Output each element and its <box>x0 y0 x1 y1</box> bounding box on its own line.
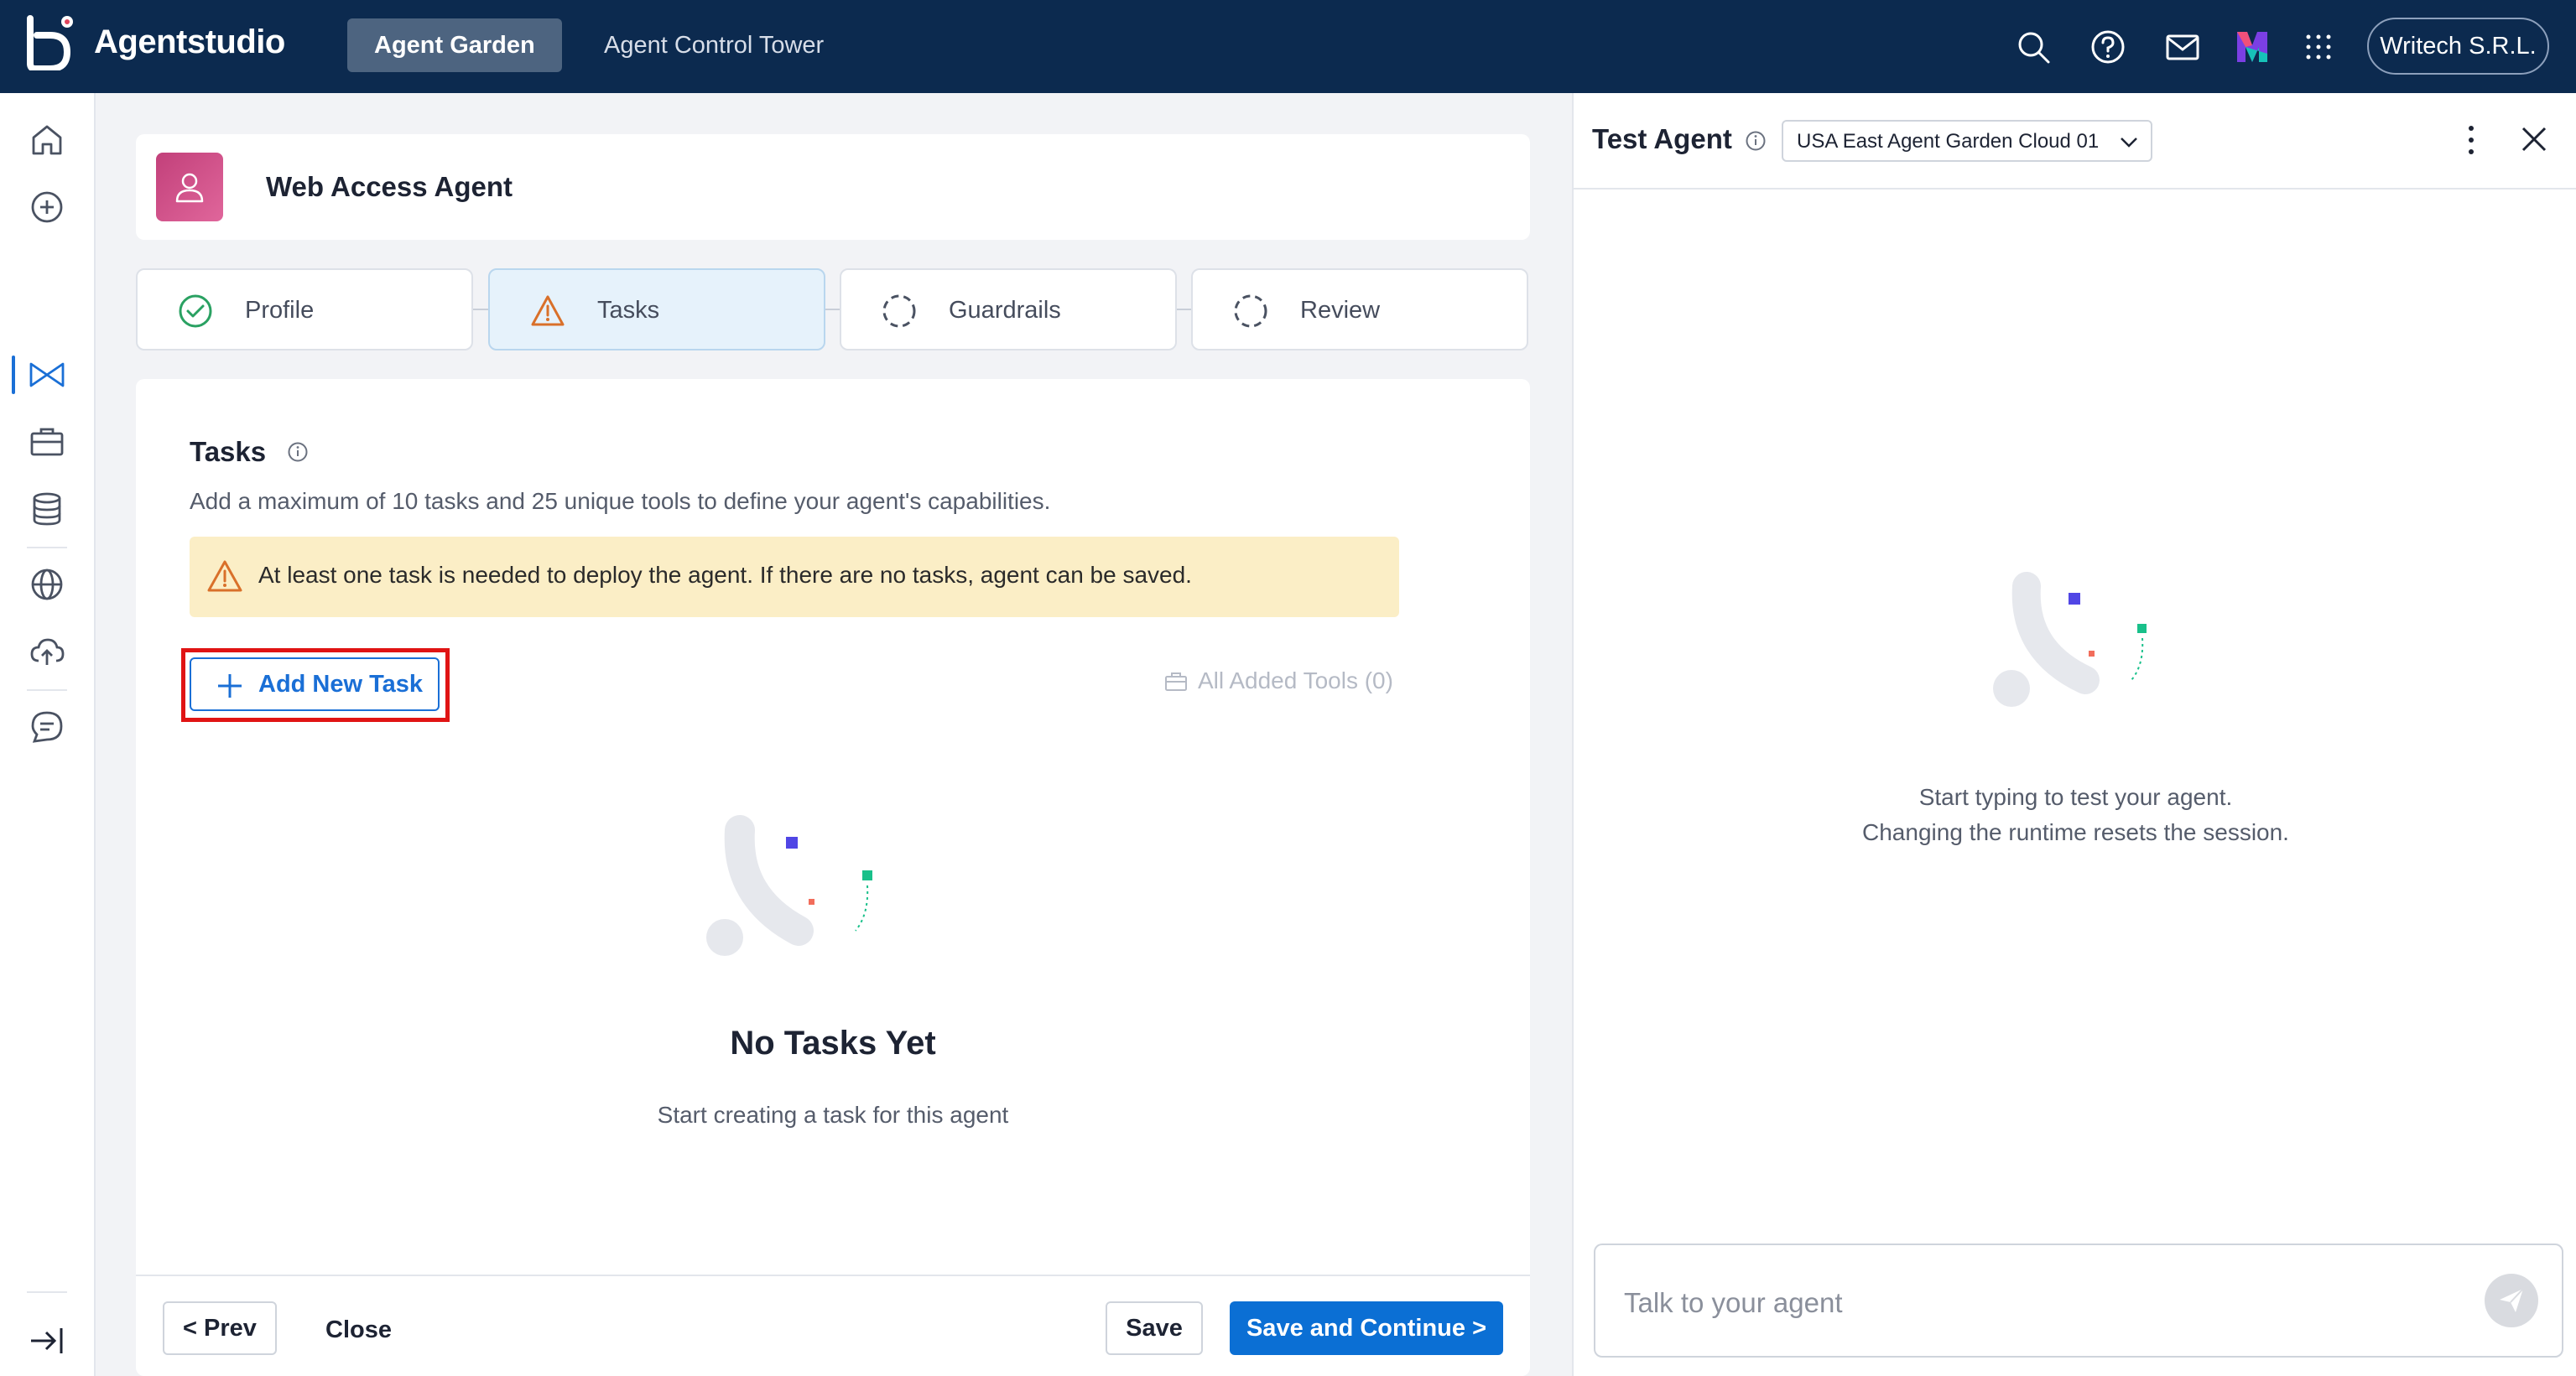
help-icon[interactable] <box>2089 29 2126 65</box>
mail-icon[interactable] <box>2164 29 2201 65</box>
brand-name: Agentstudio <box>94 23 285 60</box>
send-icon <box>2500 1288 2524 1312</box>
add-new-task-button[interactable]: Add New Task <box>190 657 440 711</box>
warning-text: At least one task is needed to deploy th… <box>258 562 1192 588</box>
step-profile[interactable]: Profile <box>136 268 473 350</box>
runtime-select-value: USA East Agent Garden Cloud 01 <box>1797 130 2100 153</box>
step-label: Profile <box>245 297 315 324</box>
left-rail <box>0 93 96 1376</box>
brand-logo-icon[interactable] <box>25 15 74 70</box>
test-message-line-1: Start typing to test your agent. <box>1918 784 2233 810</box>
chat-input-placeholder: Talk to your agent <box>1624 1287 1843 1318</box>
step-review[interactable]: Review <box>1191 268 1528 350</box>
send-button[interactable] <box>2485 1274 2538 1327</box>
test-empty-illustration <box>1993 572 2147 707</box>
runtime-select[interactable]: USA East Agent Garden Cloud 01 <box>1782 120 2152 162</box>
step-label: Review <box>1300 297 1381 324</box>
chat-input[interactable]: Talk to your agent <box>1594 1244 2563 1358</box>
dashed-circle-icon <box>1234 294 1267 328</box>
tasks-title: Tasks <box>190 436 267 467</box>
empty-state-title: No Tasks Yet <box>730 1025 936 1062</box>
top-bar: Agentstudio Agent Garden Agent Control T… <box>0 0 2576 93</box>
step-guardrails[interactable]: Guardrails <box>840 268 1177 350</box>
agent-garden-icon[interactable] <box>28 356 66 394</box>
database-icon[interactable] <box>28 490 66 528</box>
search-icon[interactable] <box>2015 29 2052 65</box>
user-icon <box>175 173 204 203</box>
rail-divider <box>27 689 67 691</box>
toolkit-icon[interactable] <box>28 423 66 461</box>
home-icon[interactable] <box>28 121 66 159</box>
agent-header-card: Web Access Agent <box>136 134 1530 240</box>
save-button[interactable]: Save <box>1106 1301 1203 1355</box>
save-and-continue-button[interactable]: Save and Continue > <box>1230 1301 1503 1355</box>
step-connector <box>473 309 490 310</box>
footer-bar: < Prev Close Save Save and Continue > <box>136 1275 1530 1376</box>
toolkit-icon <box>1165 672 1187 691</box>
check-circle-icon <box>179 294 212 328</box>
rail-divider <box>27 547 67 548</box>
test-message-line-2: Changing the runtime resets the session. <box>1862 819 2289 845</box>
tab-agent-garden[interactable]: Agent Garden <box>347 18 562 72</box>
test-agent-panel: Test Agent USA East Agent Garden Cloud 0… <box>1572 93 2576 1376</box>
close-button[interactable]: Close <box>325 1316 392 1344</box>
test-agent-header: Test Agent USA East Agent Garden Cloud 0… <box>1574 93 2576 190</box>
warning-icon <box>531 295 565 326</box>
cloud-upload-icon[interactable] <box>28 632 66 671</box>
more-options-icon[interactable] <box>2464 123 2478 157</box>
warning-banner: At least one task is needed to deploy th… <box>190 537 1399 617</box>
agent-name: Web Access Agent <box>266 171 513 202</box>
close-icon[interactable] <box>2520 125 2548 153</box>
rail-active-indicator <box>12 356 15 394</box>
add-new-task-label: Add New Task <box>258 671 424 698</box>
chevron-down-icon <box>2121 138 2137 148</box>
chat-icon[interactable] <box>28 708 66 746</box>
product-switch-icon[interactable] <box>2234 29 2271 65</box>
tasks-panel: Tasks Add a maximum of 10 tasks and 25 u… <box>136 379 1530 1376</box>
globe-icon[interactable] <box>28 565 66 604</box>
collapse-icon[interactable] <box>28 1321 66 1360</box>
agent-avatar <box>156 153 223 221</box>
org-switcher-button[interactable]: Writech S.R.L. <box>2367 18 2549 75</box>
warning-icon <box>207 560 242 592</box>
empty-state-illustration <box>706 815 872 956</box>
plus-icon <box>218 674 242 698</box>
empty-state-subtitle: Start creating a task for this agent <box>657 1102 1009 1128</box>
all-added-tools-label: All Added Tools (0) <box>1198 667 1393 693</box>
rail-divider <box>27 1291 67 1293</box>
step-label: Tasks <box>597 297 660 324</box>
tab-agent-control-tower[interactable]: Agent Control Tower <box>577 18 851 72</box>
dashed-circle-icon <box>882 294 916 328</box>
add-icon[interactable] <box>28 188 66 226</box>
tasks-description: Add a maximum of 10 tasks and 25 unique … <box>190 488 1051 514</box>
apps-grid-icon[interactable] <box>2300 29 2337 65</box>
prev-button[interactable]: < Prev <box>163 1301 277 1355</box>
info-icon[interactable] <box>1745 130 1767 152</box>
test-agent-title: Test Agent <box>1592 123 1732 154</box>
step-tasks[interactable]: Tasks <box>488 268 825 350</box>
step-label: Guardrails <box>949 297 1061 324</box>
info-icon[interactable] <box>287 441 309 463</box>
